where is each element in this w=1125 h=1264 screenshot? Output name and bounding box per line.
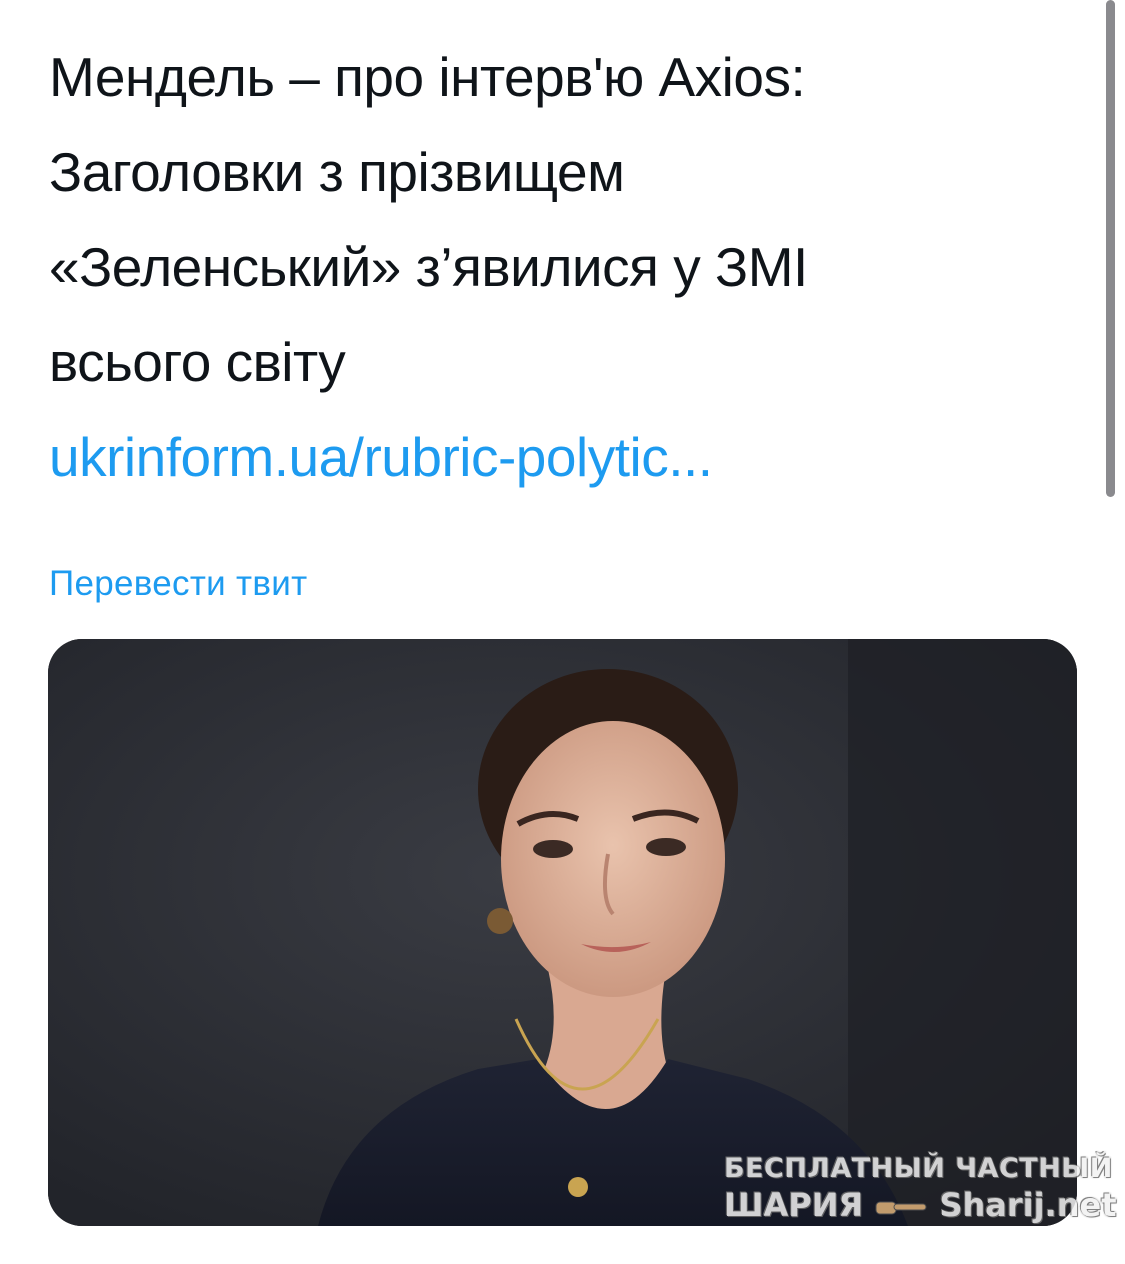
article-link[interactable]: ukrinform.ua/rubric-polytic... [49, 410, 1009, 505]
tweet-text-line: всього світу [49, 331, 346, 393]
sharij-watermark: БЕСПЛАТНЫЙ ЧАСТНЫЙ ШАРИЯ Sharij.net [724, 1152, 1117, 1224]
watermark-left-text: ШАРИЯ [724, 1186, 864, 1224]
watermark-top-text: БЕСПЛАТНЫЙ ЧАСТНЫЙ [724, 1153, 1113, 1184]
tweet-text-line: «Зеленський» з’явилися у ЗМІ [49, 236, 808, 298]
tweet-photo[interactable] [48, 639, 1077, 1226]
watermark-bottom-row: ШАРИЯ Sharij.net [724, 1186, 1117, 1224]
tweet-text: Мендель – про інтерв'ю Axios: Заголовки … [49, 30, 1009, 505]
translate-tweet-button[interactable]: Перевести твит [49, 562, 307, 606]
pointing-hand-icon [875, 1201, 927, 1215]
tweet-text-line: Заголовки з прізвищем [49, 141, 625, 203]
portrait-photo [48, 639, 1077, 1226]
tweet-text-line: Мендель – про інтерв'ю Axios: [49, 46, 806, 108]
scrollbar[interactable] [1106, 0, 1115, 497]
watermark-right-text: Sharij.net [939, 1186, 1117, 1224]
